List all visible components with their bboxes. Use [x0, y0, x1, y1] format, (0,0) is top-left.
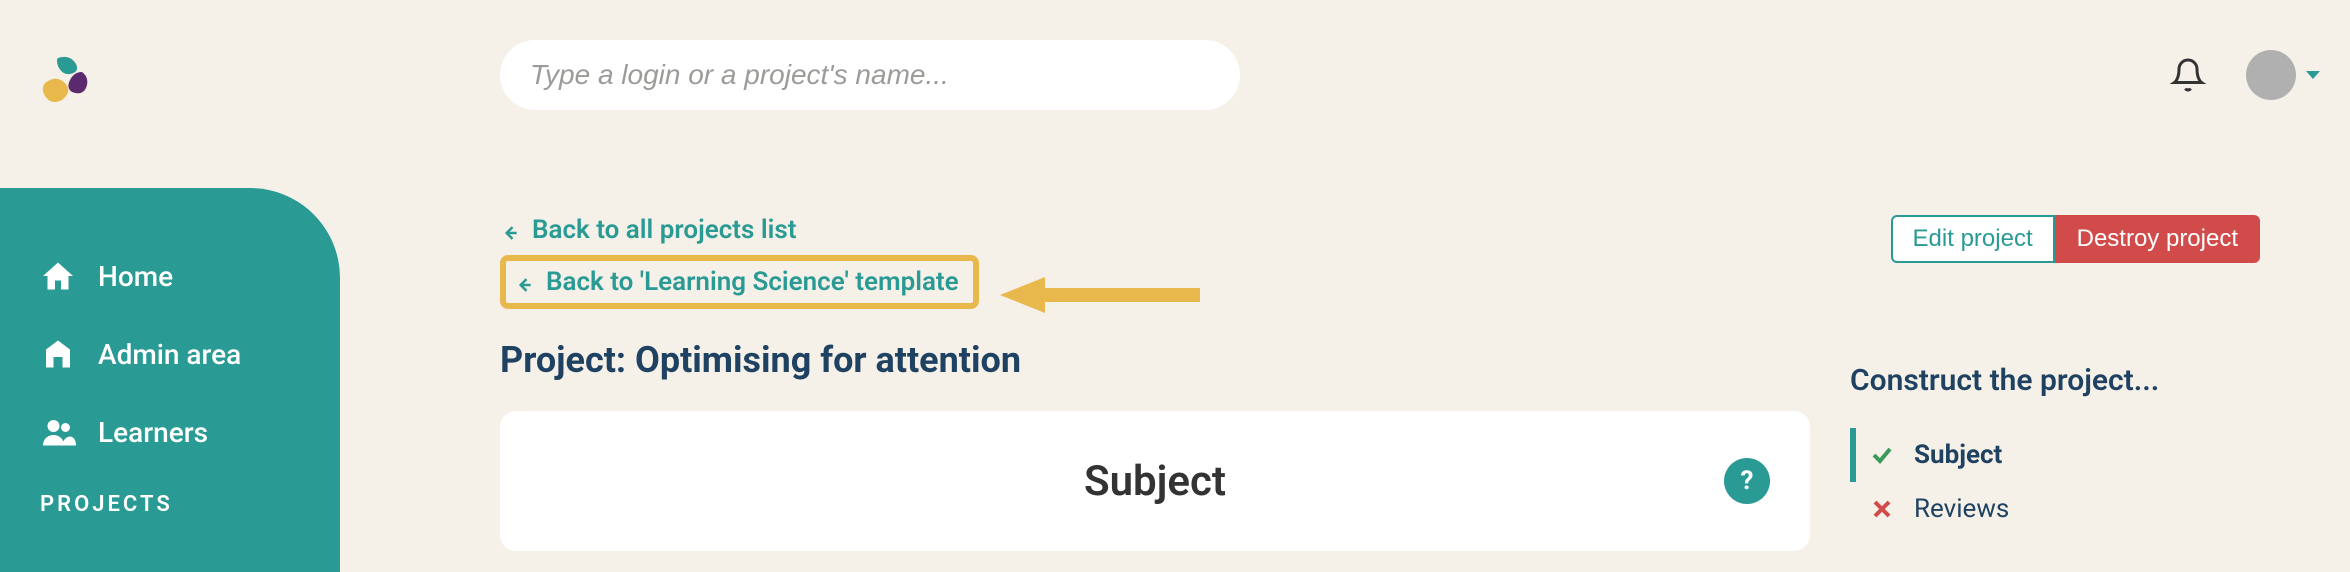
- logo-icon: [38, 50, 98, 110]
- users-icon: [40, 414, 76, 450]
- sidebar: Home Admin area Learners PROJECTS: [0, 188, 340, 572]
- user-menu[interactable]: [2246, 50, 2320, 100]
- help-icon: ?: [1741, 466, 1754, 496]
- construct-heading: Construct the project...: [1850, 363, 2260, 398]
- highlighted-back-link: Back to 'Learning Science' template: [500, 255, 979, 309]
- subject-card: Subject ?: [500, 411, 1810, 551]
- sidebar-item-admin[interactable]: Admin area: [40, 336, 340, 372]
- notifications-button[interactable]: [2170, 57, 2206, 93]
- chevron-down-icon: [2306, 71, 2320, 79]
- building-icon: [40, 336, 76, 372]
- x-icon: [1870, 497, 1894, 521]
- sidebar-section-projects: PROJECTS: [40, 492, 340, 517]
- back-to-projects-link[interactable]: Back to all projects list: [500, 215, 796, 245]
- arrow-left-annotation-icon: [1000, 275, 1200, 315]
- search-input[interactable]: [500, 40, 1240, 110]
- check-icon: [1870, 443, 1894, 467]
- help-button[interactable]: ?: [1724, 458, 1770, 504]
- sidebar-item-label: Admin area: [98, 338, 241, 371]
- home-icon: [40, 258, 76, 294]
- construct-step-reviews[interactable]: Reviews: [1850, 482, 2260, 536]
- sidebar-item-home[interactable]: Home: [40, 258, 340, 294]
- step-label: Reviews: [1914, 494, 2009, 524]
- edit-project-button[interactable]: Edit project: [1891, 215, 2055, 263]
- arrow-left-icon: [500, 220, 520, 240]
- construct-step-subject[interactable]: Subject: [1850, 428, 2260, 482]
- annotation-arrow: [1000, 275, 1200, 315]
- app-logo[interactable]: [38, 50, 98, 110]
- step-label: Subject: [1914, 440, 2002, 470]
- back-link-label: Back to all projects list: [532, 215, 796, 245]
- search-container: [500, 40, 1240, 110]
- back-link-label: Back to 'Learning Science' template: [546, 267, 959, 297]
- project-actions: Edit project Destroy project: [1850, 215, 2260, 263]
- top-right-controls: [2170, 50, 2320, 100]
- sidebar-item-label: Home: [98, 260, 173, 293]
- card-heading: Subject: [1084, 457, 1226, 506]
- arrow-left-icon: [514, 272, 534, 292]
- sidebar-item-learners[interactable]: Learners: [40, 414, 340, 450]
- bell-icon: [2170, 57, 2206, 93]
- avatar: [2246, 50, 2296, 100]
- sidebar-item-label: Learners: [98, 416, 208, 449]
- right-column: Edit project Destroy project Construct t…: [1850, 215, 2260, 536]
- back-to-template-link[interactable]: Back to 'Learning Science' template: [514, 267, 959, 297]
- destroy-project-button[interactable]: Destroy project: [2055, 215, 2260, 263]
